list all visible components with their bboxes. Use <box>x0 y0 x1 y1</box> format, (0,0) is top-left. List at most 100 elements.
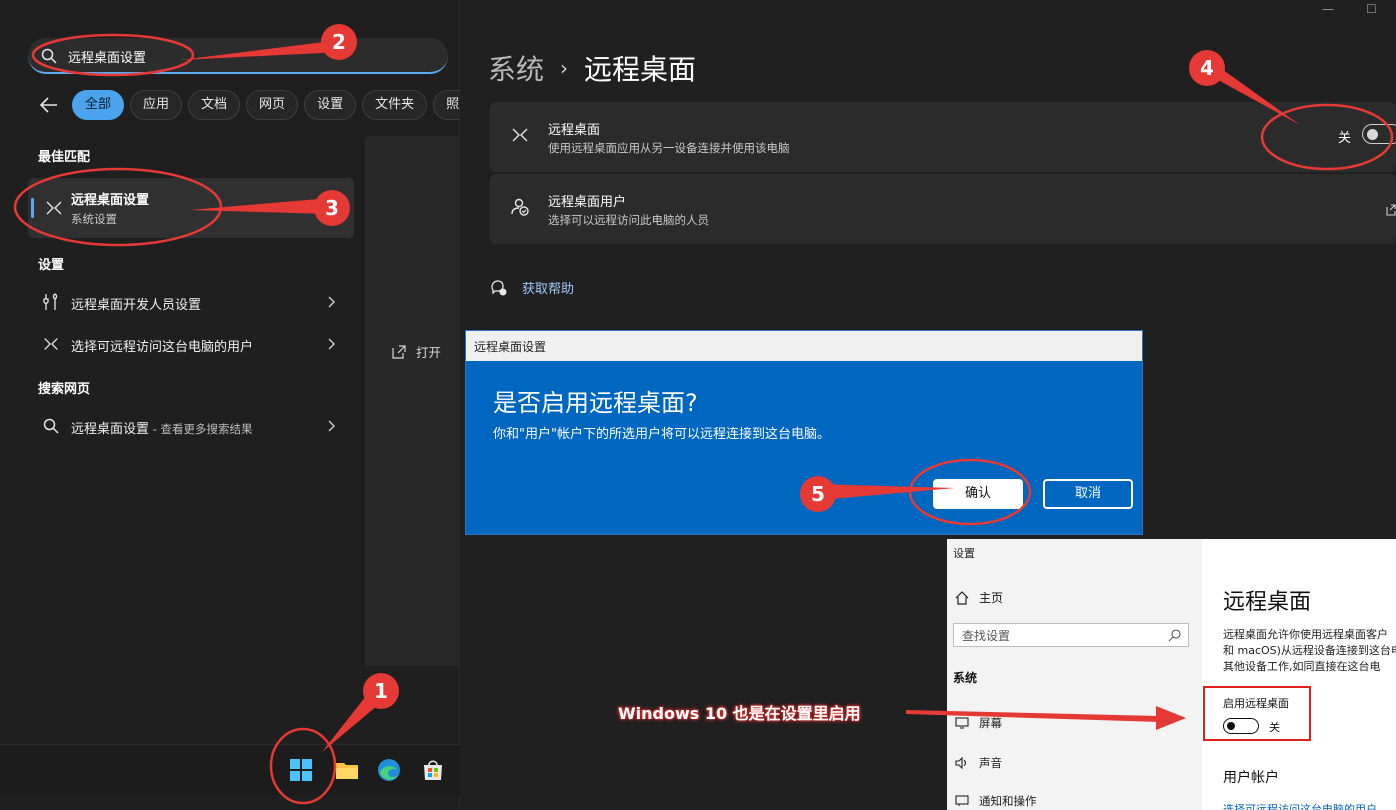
start-button-icon[interactable] <box>288 757 314 783</box>
remote-desktop-icon <box>512 128 528 142</box>
win10-search-input[interactable]: 查找设置 <box>953 623 1189 647</box>
step-badge-4: 4 <box>1189 50 1225 86</box>
edge-browser-icon[interactable] <box>376 757 402 783</box>
win10-users-heading: 用户帐户 <box>1223 770 1279 786</box>
win10-nav-label: 声音 <box>979 756 1002 770</box>
web-search-label: 远程桌面设置 - 查看更多搜索结果 <box>71 418 252 437</box>
filter-web[interactable]: 网页 <box>246 90 299 120</box>
remote-desktop-icon <box>44 338 58 350</box>
best-match-item[interactable]: 远程桌面设置 系统设置 <box>28 178 354 238</box>
win10-nav-label: 屏幕 <box>979 716 1002 730</box>
win10-description: 远程桌面允许你使用远程桌面客户 和 macOS)从远程设备连接到这台电 其他设备… <box>1223 627 1396 675</box>
list-item-label: 选择可远程访问这台电脑的用户 <box>71 340 254 355</box>
remote-users-desc: 选择可以远程访问此电脑的人员 <box>548 213 709 227</box>
toggle-knob <box>1227 721 1235 730</box>
confirm-button[interactable]: 确认 <box>933 479 1023 509</box>
get-help-label: 获取帮助 <box>522 282 575 297</box>
selection-indicator <box>31 198 34 218</box>
filter-photos[interactable]: 照片 <box>433 90 460 120</box>
cancel-button[interactable]: 取消 <box>1043 479 1133 509</box>
win10-window-title: 设置 <box>953 547 975 560</box>
breadcrumb-separator: › <box>560 56 569 80</box>
win10-nav-label: 通知和操作 <box>979 794 1037 808</box>
list-item-label: 远程桌面开发人员设置 <box>71 298 202 313</box>
search-icon <box>43 418 59 434</box>
preview-pane <box>365 136 460 666</box>
maximize-button[interactable]: ☐ <box>1366 2 1377 16</box>
remote-users-title: 远程桌面用户 <box>548 195 627 210</box>
search-icon <box>1168 629 1181 642</box>
win10-home-label: 主页 <box>979 591 1004 605</box>
win10-page-title: 远程桌面 <box>1223 590 1312 615</box>
web-search-suffix: - 查看更多搜索结果 <box>149 422 253 436</box>
microsoft-store-icon[interactable] <box>420 757 446 783</box>
step-badge-5: 5 <box>800 476 836 512</box>
external-link-icon <box>1386 204 1396 216</box>
win10-remote-toggle[interactable] <box>1223 718 1259 734</box>
best-match-title: 远程桌面设置 <box>71 193 150 208</box>
win10-system-heading: 系统 <box>953 671 978 685</box>
win10-enable-label: 启用远程桌面 <box>1223 697 1289 710</box>
win10-users-link[interactable]: 选择可远程访问这台电脑的用户 <box>1223 801 1377 810</box>
win10-nav-notifications[interactable]: 通知和操作 <box>955 793 1037 809</box>
list-item[interactable]: 远程桌面开发人员设置 <box>28 284 354 320</box>
remote-desktop-card: 远程桌面 使用远程桌面应用从另一设备连接并使用该电脑 关 <box>490 102 1396 172</box>
filter-documents[interactable]: 文档 <box>188 90 241 120</box>
web-search-title: 远程桌面设置 <box>71 422 150 437</box>
dialog-body: 你和"用户"帐户下的所选用户将可以远程连接到这台电脑。 <box>493 427 830 442</box>
toggle-knob <box>1367 128 1378 140</box>
best-match-subtitle: 系统设置 <box>71 212 117 226</box>
search-icon <box>41 48 57 64</box>
search-query: 远程桌面设置 <box>68 51 147 66</box>
remote-desktop-desc: 使用远程桌面应用从另一设备连接并使用该电脑 <box>548 141 790 155</box>
win10-search-placeholder: 查找设置 <box>962 629 1011 643</box>
win10-desc-line: 远程桌面允许你使用远程桌面客户 <box>1223 628 1388 641</box>
settings-heading: 设置 <box>38 258 65 273</box>
win10-settings-inset: 设置 主页 查找设置 系统 屏幕 声音 通知和操作 远程桌面 远程桌面允许你使用… <box>947 539 1396 810</box>
developer-tools-icon <box>43 293 58 310</box>
best-match-heading: 最佳匹配 <box>38 150 91 165</box>
remote-desktop-state: 关 <box>1338 131 1352 146</box>
win10-desc-line: 和 macOS)从远程设备连接到这台电 <box>1223 644 1396 657</box>
search-input[interactable]: 远程桌面设置 <box>28 38 448 74</box>
chevron-right-icon <box>328 420 335 432</box>
open-button[interactable]: 打开 <box>392 342 441 361</box>
step-badge-3: 3 <box>314 190 350 226</box>
back-arrow-icon[interactable] <box>38 94 60 116</box>
home-icon <box>955 590 969 605</box>
get-help-link[interactable]: 获取帮助 <box>490 278 574 297</box>
page-title: 远程桌面 <box>584 53 697 86</box>
filter-chips: 全部 应用 文档 网页 设置 文件夹 照片 <box>72 90 460 120</box>
minimize-button[interactable]: — <box>1322 2 1334 16</box>
breadcrumb-system[interactable]: 系统 <box>488 48 544 88</box>
notification-icon <box>955 795 969 806</box>
filter-folders[interactable]: 文件夹 <box>362 90 428 120</box>
help-chat-icon <box>491 279 507 295</box>
remote-desktop-title: 远程桌面 <box>548 123 601 138</box>
breadcrumb: 系统 › 远程桌面 <box>488 48 696 88</box>
win10-desc-line: 其他设备工作,如同直接在这台电 <box>1223 660 1381 673</box>
step-badge-1: 1 <box>363 673 399 709</box>
win10-nav-display[interactable]: 屏幕 <box>955 715 1002 731</box>
remote-desktop-toggle[interactable] <box>1362 124 1396 144</box>
user-check-icon <box>511 198 529 216</box>
file-explorer-icon[interactable] <box>334 757 360 783</box>
win10-toggle-state: 关 <box>1269 721 1280 734</box>
monitor-icon <box>955 717 969 729</box>
chevron-right-icon <box>328 338 335 350</box>
filter-settings[interactable]: 设置 <box>304 90 357 120</box>
filter-all[interactable]: 全部 <box>72 90 125 120</box>
win10-nav-sound[interactable]: 声音 <box>955 755 1002 771</box>
step-badge-2: 2 <box>321 24 357 60</box>
open-label: 打开 <box>416 345 442 360</box>
win10-annotation-note: Windows 10 也是在设置里启用 <box>618 704 861 723</box>
web-search-item[interactable]: 远程桌面设置 - 查看更多搜索结果 <box>28 408 354 444</box>
win10-home-item[interactable]: 主页 <box>955 589 1003 606</box>
list-item[interactable]: 选择可远程访问这台电脑的用户 <box>28 326 354 362</box>
search-web-heading: 搜索网页 <box>38 382 91 397</box>
dialog-title: 远程桌面设置 <box>474 340 547 354</box>
filter-apps[interactable]: 应用 <box>130 90 183 120</box>
remote-users-card[interactable]: 远程桌面用户 选择可以远程访问此电脑的人员 <box>490 174 1396 244</box>
dialog-titlebar: 远程桌面设置 <box>466 331 1142 361</box>
dialog-heading: 是否启用远程桌面? <box>493 389 698 417</box>
